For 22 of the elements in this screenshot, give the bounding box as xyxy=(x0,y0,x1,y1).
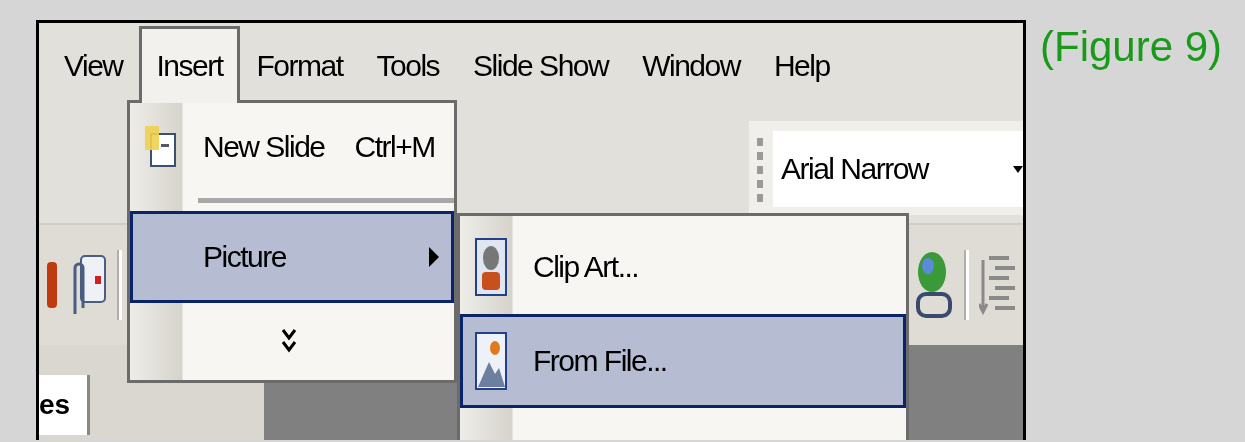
double-chevron-icon xyxy=(281,328,297,355)
new-slide-icon xyxy=(145,125,177,168)
menu-entry[interactable]: New Slide Ctrl+M xyxy=(130,103,454,191)
menu-entry[interactable]: Picture xyxy=(130,211,454,303)
menu-entry[interactable]: From File... xyxy=(460,314,906,408)
menu-item[interactable]: Window xyxy=(625,26,757,103)
picture-file-icon xyxy=(475,332,507,390)
font-name-field[interactable]: Arial Narrow xyxy=(773,131,1023,207)
menu-item[interactable]: Slide Show xyxy=(456,26,626,103)
menu-item[interactable]: Help xyxy=(756,26,847,103)
menu-item[interactable]: Insert xyxy=(139,26,240,103)
globe-link-icon[interactable] xyxy=(914,250,954,320)
dropdown-caret-icon[interactable] xyxy=(1013,164,1023,174)
panel-tab[interactable]: es xyxy=(39,375,90,435)
clip-art-icon xyxy=(475,238,507,296)
menu-item[interactable]: Tools xyxy=(359,26,457,103)
submenu-arrow-icon xyxy=(429,246,439,267)
figure-caption: (Figure 9) xyxy=(1040,26,1223,68)
stop-icon[interactable] xyxy=(47,262,57,308)
menu-entry[interactable]: Clip Art... xyxy=(460,220,906,314)
menu-item[interactable]: Format xyxy=(239,26,360,103)
menu-item[interactable]: View xyxy=(47,26,140,103)
